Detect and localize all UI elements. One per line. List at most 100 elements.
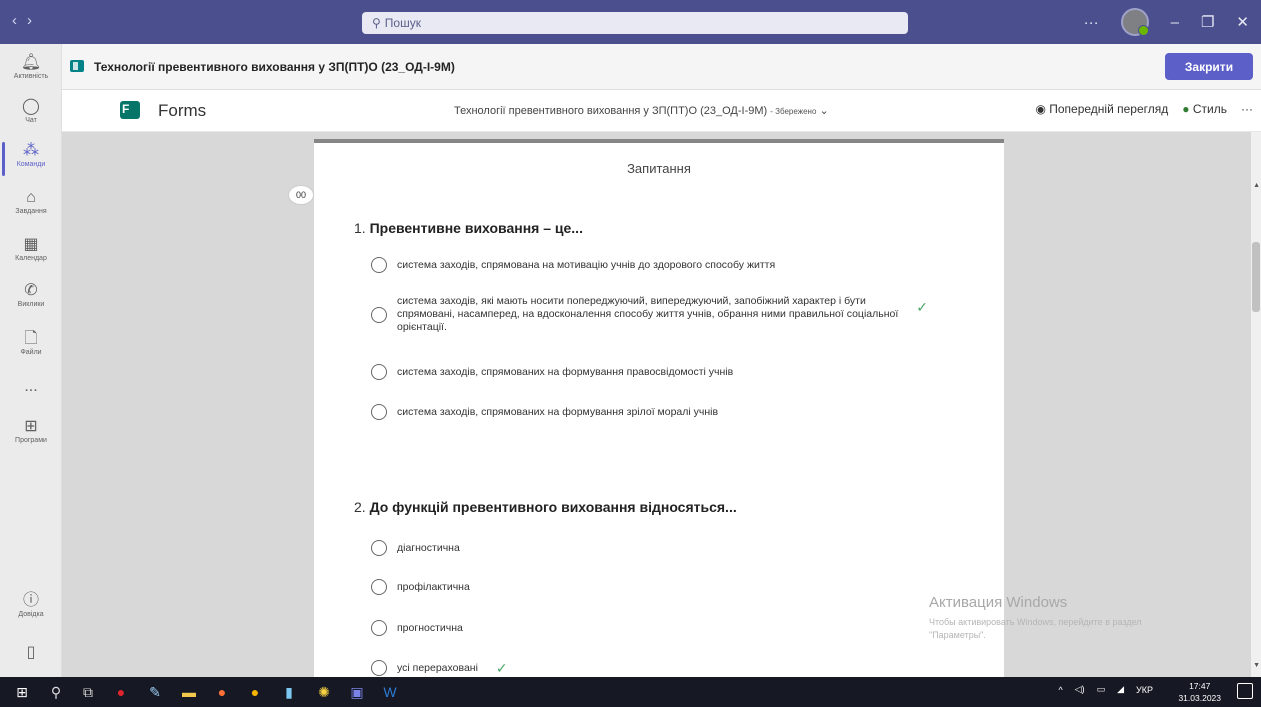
rail-item-help[interactable]: ⓘ Довідка <box>0 592 62 618</box>
option-correct[interactable]: система заходів, які мають носити попере… <box>371 295 928 334</box>
clock[interactable]: 17:47 31.03.2023 <box>1178 680 1221 704</box>
forms-actions: ◉ Попередній перегляд ● Стиль ··· <box>1035 102 1253 116</box>
rail-item-calendar[interactable]: ▦ Календар <box>0 236 62 262</box>
rail-item-chat[interactable]: ◯ Чат <box>0 98 62 124</box>
back-icon[interactable]: ‹ <box>12 12 27 29</box>
radio-button[interactable] <box>371 257 387 273</box>
scrollbar-thumb[interactable] <box>1252 242 1260 312</box>
rail-item-device[interactable]: ▯ <box>0 644 62 662</box>
rail-item-more[interactable]: ... <box>0 378 62 396</box>
close-button[interactable]: Закрити <box>1165 53 1253 80</box>
chevron-down-icon: ⌄ <box>819 105 829 117</box>
chevron-up-icon[interactable]: ^ <box>1058 685 1062 695</box>
rail-label: Активність <box>13 73 49 80</box>
scroll-up-icon[interactable]: ▲ <box>1253 182 1260 189</box>
paint-icon[interactable]: ✺ <box>316 684 332 700</box>
search-input[interactable]: ⚲ Пошук <box>362 12 908 34</box>
form-card: Запитання 1. Превентивне виховання – це.… <box>314 139 1004 677</box>
option-text: система заходів, спрямованих на формуван… <box>397 405 719 418</box>
rail-item-apps[interactable]: ⊞ Програми <box>0 418 62 444</box>
tab-header: Технології превентивного виховання у ЗП(… <box>62 44 1261 90</box>
nav-arrows[interactable]: ‹› <box>12 12 42 29</box>
maximize-icon[interactable]: ❐ <box>1201 13 1214 31</box>
title-bar-controls: ··· – ❐ ✕ <box>1084 8 1249 36</box>
task-view-icon[interactable]: ⧉ <box>80 684 96 700</box>
option[interactable]: діагностична <box>371 540 460 556</box>
minimize-icon[interactable]: – <box>1171 14 1179 31</box>
app-icon[interactable]: ✎ <box>147 684 163 700</box>
question-text: Превентивне виховання – це... <box>369 220 583 236</box>
folder-icon[interactable]: ▬ <box>181 684 197 700</box>
rail-label: Завдання <box>15 208 47 215</box>
rail-label: Виклики <box>17 301 45 308</box>
form-editor-area: Запитання 1. Превентивне виховання – це.… <box>62 132 1261 677</box>
more-options-icon[interactable]: ··· <box>1084 14 1099 31</box>
more-options-button[interactable]: ··· <box>1241 102 1253 116</box>
rail-label: Календар <box>15 255 47 262</box>
option[interactable]: система заходів, спрямованих на формуван… <box>371 404 718 420</box>
word-icon[interactable]: W <box>382 684 398 700</box>
notepad-icon[interactable]: ▮ <box>281 684 297 700</box>
battery-icon[interactable]: ▭ <box>1097 684 1106 695</box>
radio-button[interactable] <box>371 620 387 636</box>
radio-button[interactable] <box>371 540 387 556</box>
scroll-down-icon[interactable]: ▼ <box>1253 662 1260 669</box>
chrome-icon[interactable]: ● <box>247 684 263 700</box>
opera-icon[interactable]: ● <box>113 684 129 700</box>
notifications-icon[interactable] <box>1237 683 1253 699</box>
question-2[interactable]: 2. До функцій превентивного виховання ві… <box>354 499 737 515</box>
check-icon: ✓ <box>916 299 929 315</box>
option[interactable]: система заходів, спрямована на мотивацію… <box>371 257 775 273</box>
network-icon[interactable]: ◢ <box>1117 684 1124 695</box>
rail-item-teams[interactable]: ⁂ Команди <box>0 142 62 176</box>
option-text: система заходів, спрямованих на формуван… <box>397 365 734 378</box>
doc-title: Технології превентивного виховання у ЗП(… <box>454 105 768 117</box>
help-icon: ⓘ <box>22 592 39 609</box>
activation-watermark-text: Чтобы активировать Windows, перейдите в … <box>929 616 1229 642</box>
device-icon: ▯ <box>26 644 36 661</box>
search-icon[interactable]: ⚲ <box>48 684 64 700</box>
rail-item-calls[interactable]: ✆ Виклики <box>0 282 62 308</box>
file-icon: 🗋︎ <box>24 330 38 347</box>
form-document-title[interactable]: Технології превентивного виховання у ЗП(… <box>454 104 829 117</box>
calendar-icon: ▦ <box>23 236 39 253</box>
title-bar: ‹› ⚲ Пошук ··· – ❐ ✕ <box>0 0 1261 44</box>
forms-tab-icon <box>70 60 84 72</box>
firefox-icon[interactable]: ● <box>214 684 230 700</box>
forward-icon[interactable]: › <box>27 12 42 29</box>
radio-button[interactable] <box>371 404 387 420</box>
option[interactable]: прогностична <box>371 620 463 636</box>
forms-logo-icon <box>120 101 140 119</box>
windows-start-icon[interactable]: ⊞ <box>14 684 30 700</box>
radio-button[interactable] <box>371 306 387 323</box>
option-correct[interactable]: усі перераховані ✓ <box>371 660 508 676</box>
palette-icon: ● <box>1182 102 1193 116</box>
option[interactable]: профілактична <box>371 579 470 595</box>
preview-button[interactable]: ◉ Попередній перегляд <box>1035 102 1168 116</box>
avatar[interactable] <box>1120 8 1149 36</box>
teams-icon[interactable]: ▣ <box>349 684 365 700</box>
language-indicator[interactable]: УКР <box>1136 685 1153 695</box>
search-icon: ⚲ <box>372 16 381 30</box>
volume-icon[interactable]: ◁) <box>1075 684 1085 695</box>
forms-toolbar: Forms Технології превентивного виховання… <box>62 90 1261 132</box>
style-button[interactable]: ● Стиль <box>1182 102 1227 116</box>
radio-button[interactable] <box>371 364 387 380</box>
rail-item-files[interactable]: 🗋︎ Файли <box>0 330 62 356</box>
app-rail: 🔔︎ Активність ◯ Чат ⁂ Команди ⌂ Завдання… <box>0 44 62 677</box>
option-text-line: система заходів, які мають носити попере… <box>397 295 866 307</box>
rail-item-activity[interactable]: 🔔︎ Активність <box>0 54 62 80</box>
phone-icon: ✆ <box>24 282 38 299</box>
scrollbar[interactable]: ▲ ▼ <box>1251 132 1261 677</box>
rail-label: Команди <box>16 161 46 168</box>
radio-button[interactable] <box>371 660 387 676</box>
rail-label: Файли <box>20 349 42 356</box>
rail-item-assignments[interactable]: ⌂ Завдання <box>0 189 62 215</box>
question-1[interactable]: 1. Превентивне виховання – це... <box>354 220 583 236</box>
question-number: 2. <box>354 499 366 515</box>
collapse-toggle[interactable]: 00 <box>288 185 314 205</box>
rail-label: Довідка <box>18 611 44 618</box>
option[interactable]: система заходів, спрямованих на формуван… <box>371 364 733 380</box>
radio-button[interactable] <box>371 579 387 595</box>
close-icon[interactable]: ✕ <box>1236 13 1249 31</box>
